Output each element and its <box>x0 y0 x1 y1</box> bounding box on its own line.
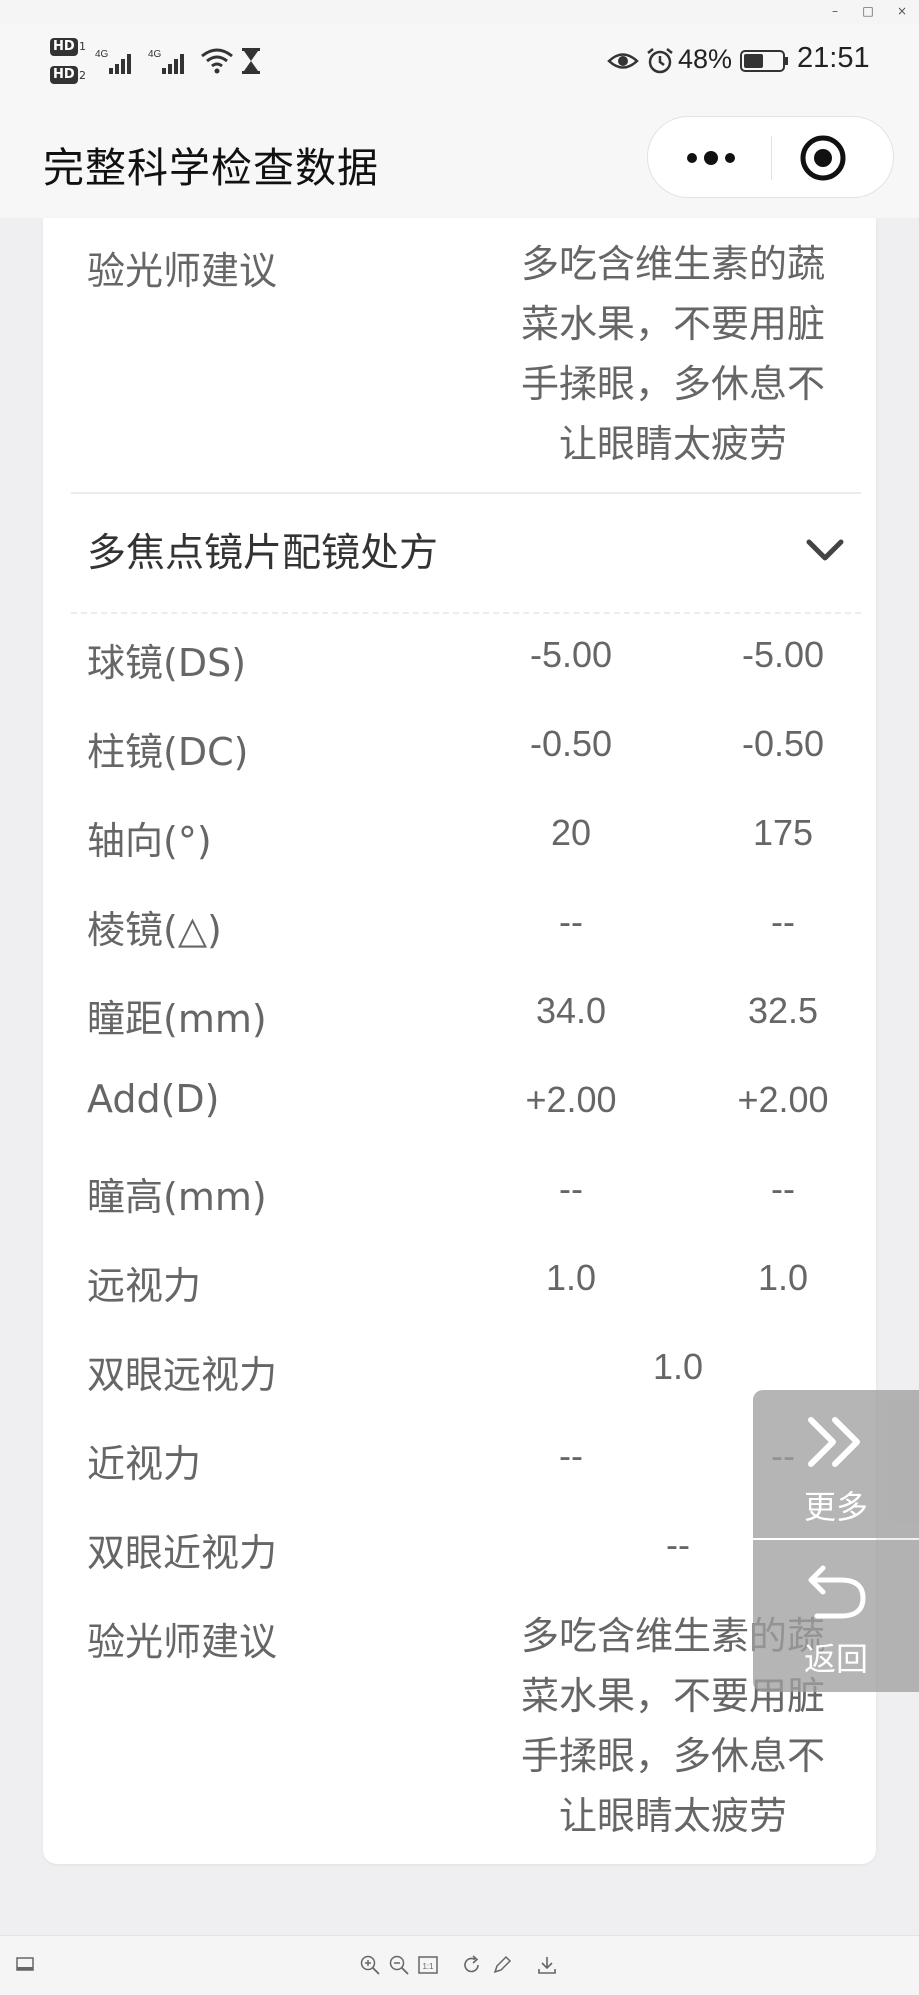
advice-label: 验光师建议 <box>87 249 278 293</box>
row-value-od: +2.00 <box>525 1079 617 1120</box>
signal-icon: 4G <box>148 49 184 74</box>
sim2-hd-badge: HD <box>50 66 78 84</box>
sim1-index: 1 <box>79 40 86 53</box>
window-maximize-button[interactable]: □ <box>859 2 877 20</box>
row-label: 双眼近视力 <box>87 1531 278 1575</box>
eye-icon <box>607 53 639 69</box>
chevron-down-icon[interactable] <box>805 536 845 564</box>
sim2-index: 2 <box>79 69 86 82</box>
bottom-toolbar: 1:1 <box>0 1935 919 1995</box>
window-minimize-button[interactable]: – <box>826 2 844 20</box>
window-chrome: – □ × <box>0 0 919 24</box>
row-value-os: -- <box>771 1168 795 1209</box>
alarm-icon <box>647 48 673 74</box>
row-label: 轴向(°) <box>87 819 212 863</box>
row-value-od: -5.00 <box>529 634 613 675</box>
section-header-multifocal[interactable]: 多焦点镜片配镜处方 <box>43 494 876 604</box>
row-label: 双眼远视力 <box>87 1353 278 1397</box>
row-value-od: 34.0 <box>535 990 607 1031</box>
prescription-card: 验光师建议 多吃含维生素的蔬菜水果，不要用脏手揉眼，多休息不让眼睛太疲劳 多焦点… <box>43 218 876 1864</box>
screen-icon[interactable] <box>14 1954 36 1976</box>
wifi-icon <box>201 48 233 74</box>
network1-label: 4G <box>95 49 109 60</box>
hourglass-icon <box>242 48 260 74</box>
actual-size-icon[interactable]: 1:1 <box>417 1954 439 1976</box>
more-float-button[interactable]: 更多 <box>753 1390 919 1538</box>
row-value-os: -0.50 <box>741 723 825 764</box>
row-value-od: -- <box>559 901 583 942</box>
battery-percent: 48% <box>678 44 733 74</box>
row-value-os: 32.5 <box>747 990 819 1031</box>
more-float-label: 更多 <box>803 1488 868 1526</box>
section-dashed-divider <box>71 612 861 614</box>
sim1-hd-badge: HD <box>50 38 78 56</box>
row-label: 棱镜(△) <box>87 908 222 952</box>
undo-arrow-icon <box>808 1565 866 1619</box>
mini-program-capsule <box>647 116 894 198</box>
row-label: 球镜(DS) <box>87 641 247 685</box>
target-close-icon[interactable] <box>798 133 848 183</box>
window-close-button[interactable]: × <box>893 2 911 20</box>
section-title: 多焦点镜片配镜处方 <box>87 531 439 576</box>
row-value-od: -- <box>559 1168 583 1209</box>
page-title: 完整科学检查数据 <box>43 144 379 192</box>
capsule-divider <box>771 136 772 180</box>
row-value-os: 175 <box>752 812 814 853</box>
row-label: 瞳距(mm) <box>87 997 267 1041</box>
row-value-os: +2.00 <box>737 1079 829 1120</box>
more-dots-icon[interactable] <box>676 137 746 179</box>
signal-icon: 4G <box>95 49 131 74</box>
edit-icon[interactable] <box>491 1954 513 1976</box>
zoom-out-icon[interactable] <box>388 1954 410 1976</box>
battery-icon <box>740 50 788 72</box>
download-icon[interactable] <box>536 1954 558 1976</box>
row-value-od: -- <box>559 1435 583 1476</box>
row-label: 柱镜(DC) <box>87 730 249 774</box>
row-label: 远视力 <box>87 1264 202 1308</box>
row-value-os: 1.0 <box>757 1257 809 1298</box>
back-float-button[interactable]: 返回 <box>753 1540 919 1692</box>
network2-label: 4G <box>148 49 162 60</box>
row-label: Add(D) <box>87 1077 220 1121</box>
zoom-in-icon[interactable] <box>359 1954 381 1976</box>
row-value-both: 1.0 <box>652 1346 704 1387</box>
status-bar: HD 1 HD 2 4G 4G 48% 21:51 <box>0 24 919 120</box>
back-float-label: 返回 <box>803 1640 868 1678</box>
actual-size-text: 1:1 <box>422 1962 434 1971</box>
advice-text: 多吃含维生素的蔬菜水果，不要用脏手揉眼，多休息不让眼睛太疲劳 <box>520 242 825 466</box>
row-label: 瞳高(mm) <box>87 1175 267 1219</box>
row-value-os: -- <box>771 901 795 942</box>
row-value-od: 20 <box>550 812 592 853</box>
double-chevron-right-icon <box>808 1417 860 1467</box>
row-value-os: -5.00 <box>741 634 825 675</box>
row-value-od: 1.0 <box>545 1257 597 1298</box>
advice-label: 验光师建议 <box>87 1620 278 1664</box>
rotate-icon[interactable] <box>461 1954 483 1976</box>
status-time: 21:51 <box>797 42 870 74</box>
row-label: 近视力 <box>87 1442 202 1486</box>
row-value-od: -0.50 <box>529 723 613 764</box>
row-value-both: -- <box>666 1524 690 1565</box>
